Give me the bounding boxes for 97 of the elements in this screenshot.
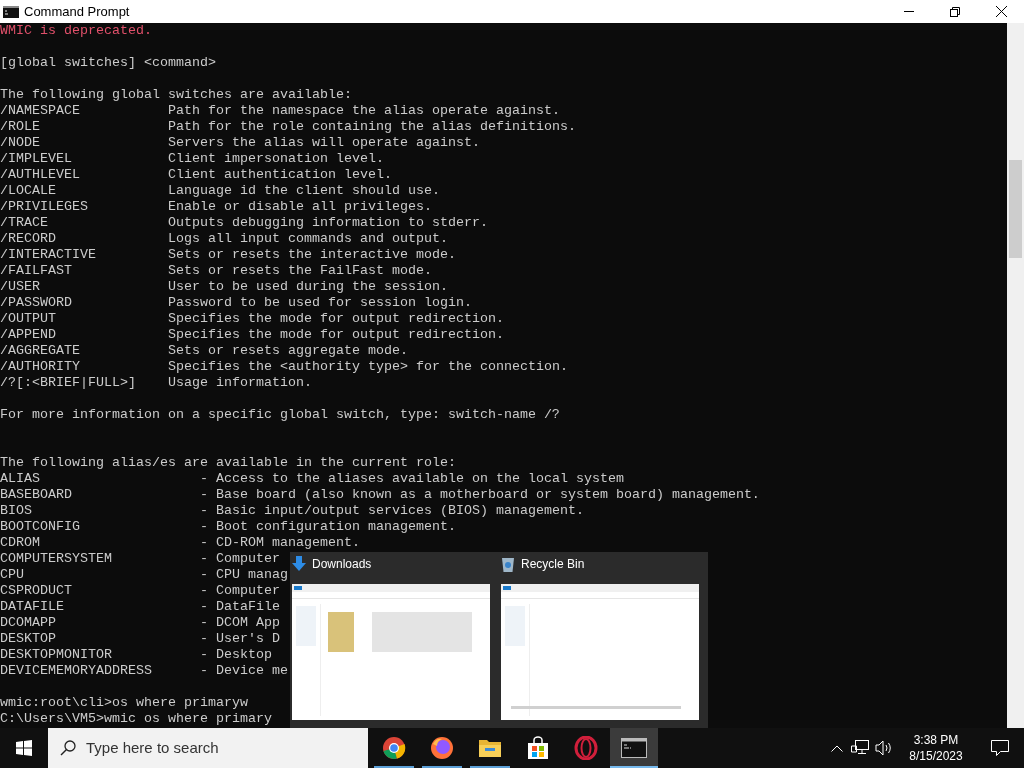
scrollbar-thumb[interactable] xyxy=(1009,160,1022,258)
switch-description: Path for the role containing the alias definitions. xyxy=(168,119,576,135)
switch-description: Logs all input commands and output. xyxy=(168,231,448,247)
caret-up-icon xyxy=(831,744,843,752)
notification-icon xyxy=(991,740,1009,756)
switch-name: /USER xyxy=(0,279,41,295)
switch-name: /OUTPUT xyxy=(0,311,57,327)
fox-browser-icon xyxy=(430,736,454,760)
ring-icon xyxy=(574,736,598,760)
alias-description: - Computer xyxy=(200,583,280,599)
switch-description: Usage information. xyxy=(168,375,312,391)
alias-description: - Computer xyxy=(200,551,280,567)
recycle-bin-icon xyxy=(501,556,515,572)
alias-name: BOOTCONFIG xyxy=(0,519,81,535)
switch-name: /APPEND xyxy=(0,327,57,343)
taskbar-app[interactable] xyxy=(610,728,658,768)
alias-description: - CD-ROM management. xyxy=(200,535,360,551)
switch-description: Specifies the mode for output redirection. xyxy=(168,327,504,343)
console-line: [global switches] <command> xyxy=(0,55,216,70)
window-title: Command Prompt xyxy=(24,2,130,21)
shopping-bag-icon xyxy=(526,736,550,760)
switch-description: Password to be used for session login. xyxy=(168,295,472,311)
alias-description: - DataFile xyxy=(200,599,280,615)
alias-description: - Access to the aliases available on the local system xyxy=(200,471,624,487)
alias-name: DEVICEMEMORYADDRESS xyxy=(0,663,153,679)
alias-description: - Desktop xyxy=(200,647,272,663)
console-line: C:\Users\VM5>wmic os where primary xyxy=(0,711,272,726)
alias-name: CSPRODUCT xyxy=(0,583,73,599)
switch-description: Enable or disable all privileges. xyxy=(168,199,432,215)
alias-name: COMPUTERSYSTEM xyxy=(0,551,113,567)
switch-name: /PRIVILEGES xyxy=(0,199,89,215)
alias-name: DCOMAPP xyxy=(0,615,57,631)
search-icon xyxy=(60,740,76,756)
switch-description: Specifies the mode for output redirection. xyxy=(168,311,504,327)
alias-description: - Device me xyxy=(200,663,288,679)
alias-name: DATAFILE xyxy=(0,599,65,615)
clock-button[interactable]: 3:38 PM 8/15/2023 xyxy=(896,728,976,768)
switch-description: User to be used during the session. xyxy=(168,279,448,295)
switch-name: /ROLE xyxy=(0,119,41,135)
restore-icon xyxy=(950,6,960,17)
alias-description: - Base board (also known as a motherboard or system board) management. xyxy=(200,487,760,503)
alias-description: - CPU manag xyxy=(200,567,288,583)
alias-name: DESKTOPMONITOR xyxy=(0,647,113,663)
switch-name: /IMPLEVEL xyxy=(0,151,73,167)
switch-description: Specifies the <authority type> for the connection. xyxy=(168,359,568,375)
terminal-icon xyxy=(3,5,19,18)
search-field[interactable]: Type here to search xyxy=(86,736,356,760)
alias-name: DESKTOP xyxy=(0,631,57,647)
download-arrow-icon xyxy=(292,556,306,572)
alias-name: BASEBOARD xyxy=(0,487,73,503)
switch-name: /FAILFAST xyxy=(0,263,73,279)
switch-description: Language id the client should use. xyxy=(168,183,440,199)
windows-logo-icon xyxy=(16,740,32,756)
switch-description: Sets or resets aggregate mode. xyxy=(168,343,408,359)
folder-icon xyxy=(478,737,502,759)
console-line: wmic:root\cli>os where primaryw xyxy=(0,695,248,710)
terminal-icon xyxy=(621,738,647,758)
alias-name: BIOS xyxy=(0,503,33,519)
preview-title: Recycle Bin xyxy=(521,556,585,573)
console-line: The following global switches are available: xyxy=(0,87,352,102)
switch-description: Outputs debugging information to stderr. xyxy=(168,215,488,231)
switch-name: /NAMESPACE xyxy=(0,103,81,119)
alias-description: - DCOM App xyxy=(200,615,280,631)
alias-name: ALIAS xyxy=(0,471,41,487)
switch-name: /LOCALE xyxy=(0,183,57,199)
switch-name: /RECORD xyxy=(0,231,57,247)
switch-name: /INTERACTIVE xyxy=(0,247,97,263)
alias-description: - User's D xyxy=(200,631,280,647)
alias-description: - Basic input/output services (BIOS) management. xyxy=(200,503,584,519)
window-preview[interactable]: Recycle Bin xyxy=(501,553,699,728)
switch-name: /PASSWORD xyxy=(0,295,73,311)
browser-icon xyxy=(382,736,406,760)
switch-description: Sets or resets the interactive mode. xyxy=(168,247,456,263)
switch-name: /AUTHLEVEL xyxy=(0,167,81,183)
console-line: The following alias/es are available in the current role: xyxy=(0,455,456,470)
switch-name: /AGGREGATE xyxy=(0,343,81,359)
switch-description: Sets or resets the FailFast mode. xyxy=(168,263,432,279)
console-line: For more information on a specific global switch, type: switch-name /? xyxy=(0,407,560,422)
switch-description: Client impersonation level. xyxy=(168,151,384,167)
switch-name: /?[:<BRIEF|FULL>] xyxy=(0,375,137,391)
alias-name: CPU xyxy=(0,567,25,583)
speaker-icon xyxy=(875,740,893,756)
error-line: WMIC is deprecated. xyxy=(0,23,152,38)
window-preview[interactable]: Downloads xyxy=(292,553,490,728)
alias-name: CDROM xyxy=(0,535,41,551)
switch-name: /AUTHORITY xyxy=(0,359,81,375)
switch-name: /NODE xyxy=(0,135,41,151)
switch-description: Client authentication level. xyxy=(168,167,392,183)
network-icon xyxy=(851,740,869,756)
search-box[interactable]: Type here to search xyxy=(48,728,368,768)
switch-description: Servers the alias will operate against. xyxy=(168,135,480,151)
switch-name: /TRACE xyxy=(0,215,49,231)
minimize-icon xyxy=(904,11,914,12)
preview-title: Downloads xyxy=(312,556,372,573)
close-icon xyxy=(995,6,1007,17)
alias-description: - Boot configuration management. xyxy=(200,519,456,535)
switch-description: Path for the namespace the alias operate against. xyxy=(168,103,560,119)
